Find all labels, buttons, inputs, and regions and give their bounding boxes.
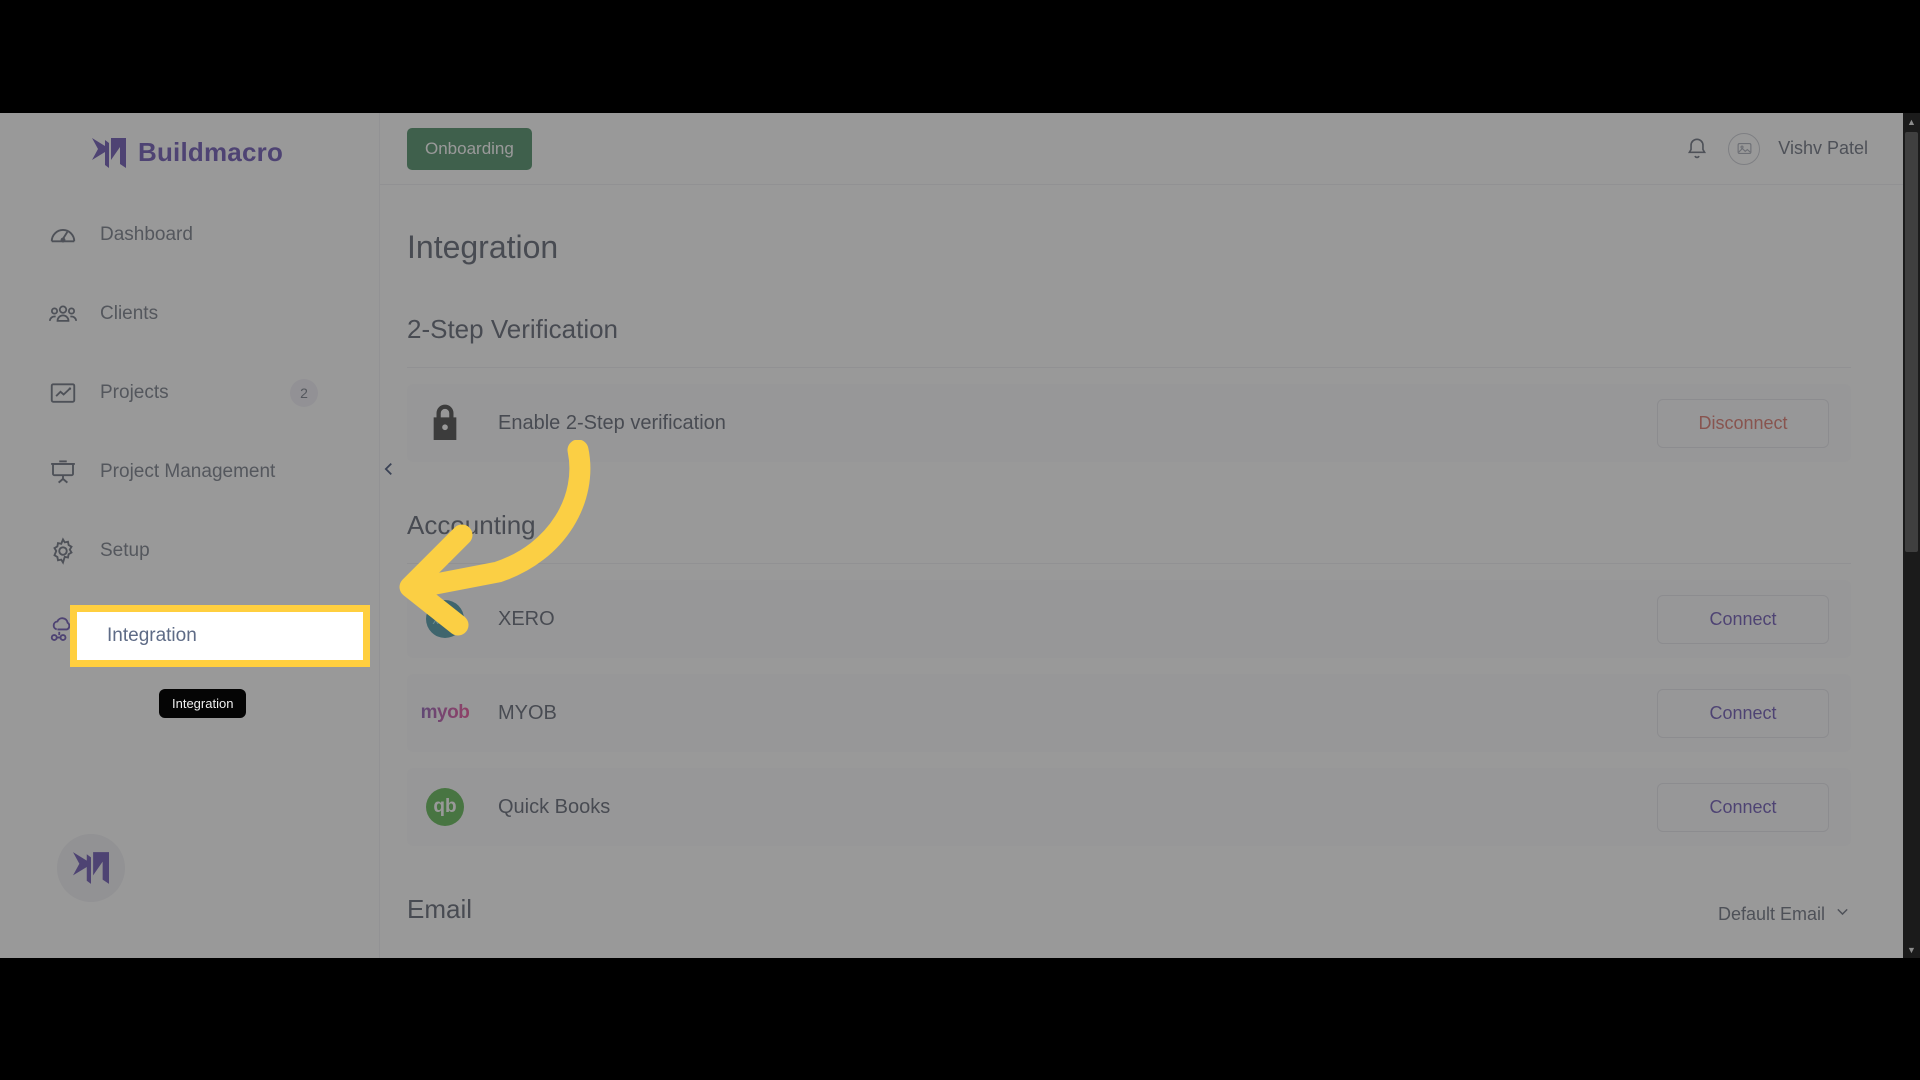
integration-tooltip: Integration (159, 689, 247, 718)
triangle-up-icon[interactable]: ▲ (1903, 113, 1920, 130)
integration-row-xero: xero XERO Connect (407, 580, 1851, 658)
sidebar-item-projects[interactable]: Projects 2 (0, 370, 379, 416)
brand-logo: Buildmacro (0, 113, 379, 168)
section-title-accounting: Accounting (407, 510, 536, 540)
integration-row-myob: myob MYOB Connect (407, 674, 1851, 752)
section-title-2step: 2-Step Verification (407, 314, 619, 344)
quickbooks-logo-icon: qb (425, 787, 465, 827)
chevron-down-icon (1834, 903, 1851, 925)
integration-row-2step: Enable 2-Step verification Disconnect (407, 384, 1851, 462)
connect-button-quickbooks[interactable]: Connect (1657, 782, 1829, 832)
user-name: Vishv Patel (1778, 138, 1868, 158)
scrollbar-thumb[interactable] (1905, 132, 1918, 552)
section-title-email: Email (407, 894, 473, 924)
disconnect-button[interactable]: Disconnect (1657, 398, 1829, 448)
gear-icon (48, 536, 78, 566)
sidebar-item-dashboard[interactable]: Dashboard (0, 212, 379, 258)
xero-logo-icon: xero (425, 599, 465, 639)
section-head-email: Email Default Email (407, 894, 1851, 925)
topbar: Onboarding Vishv Patel (380, 113, 1920, 185)
speedometer-icon (48, 220, 78, 250)
section-divider (407, 563, 1851, 564)
bell-icon[interactable] (1684, 135, 1710, 163)
row-label: XERO (498, 607, 555, 630)
screenshot-stage: Buildmacro Dashboard Clients Projects 2 … (0, 0, 1920, 1080)
presentation-board-icon (48, 457, 78, 487)
lock-icon (425, 403, 465, 443)
sidebar: Buildmacro Dashboard Clients Projects 2 … (0, 113, 380, 958)
sidebar-item-label: Setup (100, 540, 150, 561)
avatar[interactable] (1728, 132, 1761, 165)
row-label: MYOB (498, 701, 557, 724)
buildmacro-mark-icon (92, 137, 126, 168)
sidebar-item-label: Project Management (100, 461, 276, 482)
main-content: Integration 2-Step Verification Enable 2… (380, 185, 1903, 958)
vertical-scrollbar[interactable]: ▲ ▼ (1903, 113, 1920, 958)
myob-logo-mark: myob (420, 702, 470, 723)
triangle-down-icon[interactable]: ▼ (1903, 941, 1920, 958)
default-email-dropdown[interactable]: Default Email (1718, 903, 1851, 925)
myob-logo-icon: myob (421, 693, 470, 733)
quickbooks-logo-mark: qb (426, 788, 464, 826)
sidebar-collapse-button[interactable] (376, 456, 402, 482)
application-window: Buildmacro Dashboard Clients Projects 2 … (0, 113, 1920, 958)
row-label: Quick Books (498, 795, 611, 818)
integration-highlight-box[interactable]: Integration (70, 605, 370, 667)
connect-button-myob[interactable]: Connect (1657, 688, 1829, 738)
integration-row-quickbooks: qb Quick Books Connect (407, 768, 1851, 846)
xero-logo-mark: xero (426, 600, 464, 638)
sidebar-item-setup[interactable]: Setup (0, 528, 379, 574)
default-email-label: Default Email (1717, 903, 1825, 924)
buildmacro-badge-logo[interactable] (57, 834, 125, 902)
section-divider (407, 367, 1851, 368)
sidebar-item-project-management[interactable]: Project Management (0, 449, 379, 495)
brand-name: Buildmacro (138, 137, 284, 167)
sidebar-nav: Dashboard Clients Projects 2 Project Man… (0, 212, 379, 653)
topbar-right-group: Vishv Patel (1684, 132, 1920, 165)
onboarding-button[interactable]: Onboarding (407, 127, 532, 170)
sidebar-item-label: Dashboard (100, 224, 193, 245)
projects-count-badge: 2 (290, 379, 318, 407)
page-title: Integration (407, 229, 559, 265)
sidebar-item-label: Clients (100, 303, 159, 324)
connect-button-xero[interactable]: Connect (1657, 594, 1829, 644)
row-label: Enable 2-Step verification (498, 411, 726, 434)
people-group-icon (48, 299, 78, 329)
sidebar-item-label: Projects (100, 382, 169, 403)
chart-box-icon (48, 378, 78, 408)
sidebar-item-clients[interactable]: Clients (0, 291, 379, 337)
integration-highlight-label: Integration (107, 625, 197, 646)
